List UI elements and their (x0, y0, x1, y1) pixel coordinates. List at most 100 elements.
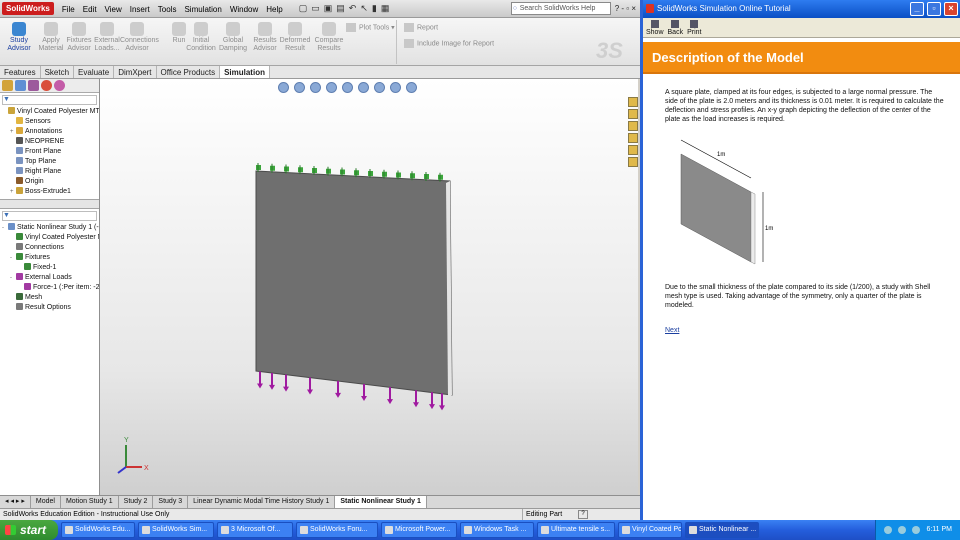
dimxpert-tab-icon[interactable] (41, 80, 52, 91)
tree-item[interactable]: Top Plane (0, 157, 99, 167)
taskbar-item[interactable]: Ultimate tensile s... (537, 522, 615, 538)
tree-item[interactable]: - Static Nonlinear Study 1 (-De (0, 223, 99, 233)
menu-item[interactable]: Simulation (184, 5, 221, 14)
cmd-button[interactable]: External Loads... (90, 22, 124, 53)
show-button[interactable]: Show (646, 18, 664, 37)
zoom-area-icon[interactable] (294, 82, 305, 93)
tab-evaluate[interactable]: Evaluate (74, 66, 115, 78)
tree-item[interactable]: NEOPRENE (0, 137, 99, 147)
taskbar-item[interactable]: SolidWorks Edu... (61, 522, 135, 538)
tree-item[interactable]: + Boss-Extrude1 (0, 187, 99, 197)
help-tray-icon[interactable] (884, 526, 893, 534)
cmd-button[interactable]: Global Damping (216, 22, 250, 53)
options-icon[interactable]: ▦ (381, 3, 390, 14)
tree-item[interactable]: Result Options (0, 303, 99, 313)
zoom-fit-icon[interactable] (278, 82, 289, 93)
appearance-icon[interactable] (390, 82, 401, 93)
view-orientation-icon[interactable] (342, 82, 353, 93)
section-view-icon[interactable] (326, 82, 337, 93)
hide-show-icon[interactable] (374, 82, 385, 93)
open-file-icon[interactable]: ▭ (311, 3, 320, 14)
filter-input[interactable]: ▼ (2, 95, 97, 105)
display-style-icon[interactable] (358, 82, 369, 93)
solidworks-logo[interactable]: SolidWorks (2, 2, 54, 15)
study-tab[interactable]: Study 2 (119, 496, 154, 508)
taskbar-item[interactable]: Windows Task ... (460, 522, 534, 538)
tab-office-products[interactable]: Office Products (157, 66, 221, 78)
menu-item[interactable]: File (62, 5, 75, 14)
study-tab[interactable]: Model (31, 496, 61, 508)
tree-item[interactable]: Sensors (0, 117, 99, 127)
display-manager-tab-icon[interactable] (54, 80, 65, 91)
new-file-icon[interactable]: ▢ (299, 3, 308, 14)
custom-properties-tab-icon[interactable] (628, 157, 638, 167)
menu-item[interactable]: View (105, 5, 122, 14)
minimize-button[interactable]: _ (910, 2, 924, 16)
menu-item[interactable]: Window (230, 5, 258, 14)
cmd-button[interactable]: Deformed Result (278, 22, 312, 53)
tree-item[interactable]: Origin (0, 177, 99, 187)
menu-item[interactable]: Edit (83, 5, 97, 14)
taskbar-item[interactable]: Vinyl Coated Pol... (618, 522, 682, 538)
previous-view-icon[interactable] (310, 82, 321, 93)
cmd-button[interactable]: Initial Condition (184, 22, 218, 53)
back-button[interactable]: Back (668, 18, 683, 37)
tree-splitter[interactable] (0, 199, 99, 209)
taskbar-item[interactable]: SolidWorks Foru... (296, 522, 378, 538)
tree-item[interactable]: Fixed-1 (0, 263, 99, 273)
tree-item[interactable]: Right Plane (0, 167, 99, 177)
cmd-button[interactable]: Compare Results (312, 22, 346, 53)
study-filter-input[interactable]: ▼ (2, 211, 97, 221)
help-search-input[interactable]: Search SolidWorks Help (510, 2, 611, 15)
network-icon[interactable] (898, 526, 907, 534)
config-manager-tab-icon[interactable] (28, 80, 39, 91)
tree-item[interactable]: Front Plane (0, 147, 99, 157)
print-icon[interactable]: ▤ (336, 3, 345, 14)
cmd-button[interactable]: Connections Advisor (120, 22, 159, 53)
menu-item[interactable]: Help (266, 5, 282, 14)
tree-item[interactable]: - Fixtures (0, 253, 99, 263)
next-link[interactable]: Next (665, 326, 679, 335)
file-explorer-tab-icon[interactable] (628, 121, 638, 131)
tree-item[interactable]: + Annotations (0, 127, 99, 137)
cmd-button[interactable]: Study Advisor (2, 22, 36, 53)
close-button[interactable]: × (944, 2, 958, 16)
tree-item[interactable]: Mesh (0, 293, 99, 303)
feature-tree-tab-icon[interactable] (2, 80, 13, 91)
help-icon[interactable]: ? (578, 510, 588, 519)
menu-item[interactable]: Insert (130, 5, 150, 14)
tree-item[interactable]: - External Loads (0, 273, 99, 283)
start-button[interactable]: start (0, 520, 58, 540)
menu-item[interactable]: Tools (158, 5, 177, 14)
select-icon[interactable]: ↖ (360, 3, 368, 14)
graphics-viewport[interactable]: Y X (100, 79, 638, 495)
tree-item[interactable]: Vinyl Coated Polyester MT (0, 233, 99, 243)
design-library-tab-icon[interactable] (628, 109, 638, 119)
study-tab[interactable]: Study 3 (153, 496, 189, 508)
scene-icon[interactable] (406, 82, 417, 93)
taskbar-item[interactable]: SolidWorks Sim... (138, 522, 214, 538)
study-tab[interactable]: Static Nonlinear Study 1 (335, 496, 427, 508)
rebuild-icon[interactable]: ▮ (372, 3, 377, 14)
tree-item[interactable]: Force-1 (:Per item: -2( (0, 283, 99, 293)
study-tab[interactable]: Motion Study 1 (61, 496, 119, 508)
tree-item[interactable]: Vinyl Coated Polyester MTS (0, 107, 99, 117)
taskbar-item[interactable]: 3 Microsoft Of... (217, 522, 293, 538)
print-button[interactable]: Print (687, 18, 701, 37)
taskbar-item[interactable]: Static Nonlinear ... (685, 522, 759, 538)
taskbar-item[interactable]: Microsoft Power... (381, 522, 457, 538)
view-palette-tab-icon[interactable] (628, 133, 638, 143)
tab-sketch[interactable]: Sketch (41, 66, 75, 78)
tab-scroll-arrows[interactable]: ◂ ◂ ▸ ▸ (0, 496, 31, 508)
resources-tab-icon[interactable] (628, 97, 638, 107)
volume-icon[interactable] (912, 526, 921, 534)
tab-simulation[interactable]: Simulation (220, 66, 270, 78)
window-controls[interactable]: ? - ▫ × (615, 4, 636, 13)
tab-features[interactable]: Features (0, 66, 41, 78)
undo-icon[interactable]: ↶ (349, 3, 357, 14)
tab-dimxpert[interactable]: DimXpert (114, 66, 157, 78)
appearances-tab-icon[interactable] (628, 145, 638, 155)
save-icon[interactable]: ▣ (324, 3, 333, 14)
tree-item[interactable]: Connections (0, 243, 99, 253)
cmd-button[interactable]: Results Advisor (248, 22, 282, 53)
